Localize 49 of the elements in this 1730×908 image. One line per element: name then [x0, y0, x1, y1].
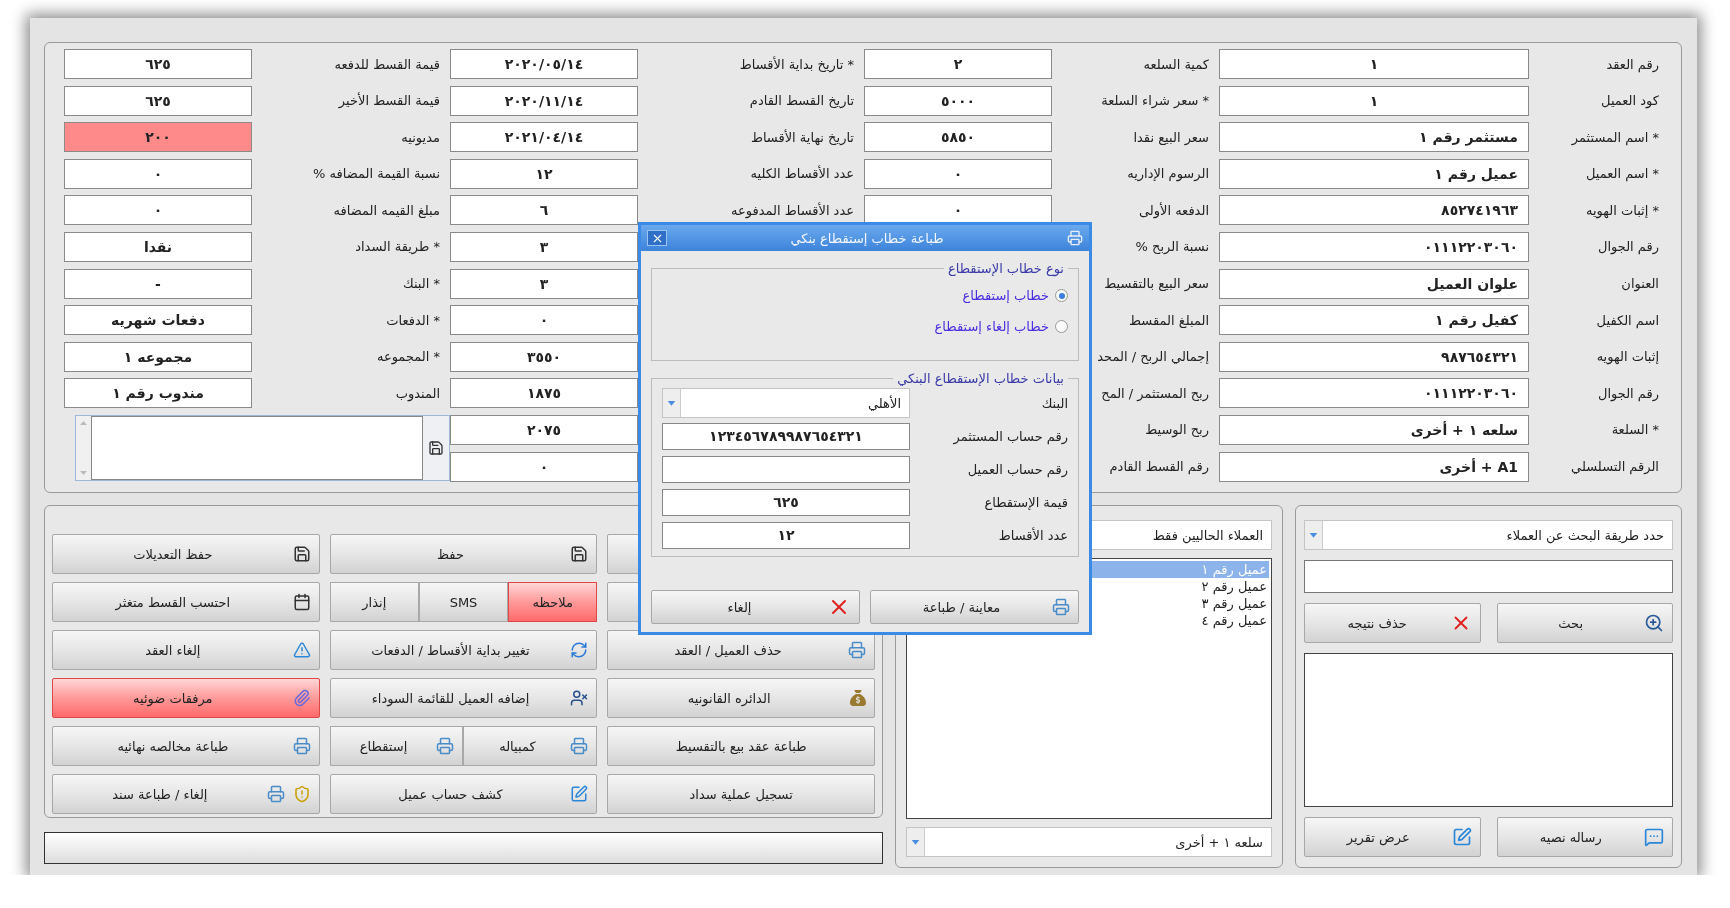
field-label: رقم الجوال — [1598, 385, 1659, 401]
field-label: * طريقة السداد — [355, 239, 440, 255]
field-label: إجمالي الربح / المحد — [1097, 349, 1209, 365]
field-label: رقم حساب المستثمر — [952, 428, 1068, 444]
radio-label: خطاب إستقطاع — [962, 288, 1049, 303]
field-label: العنوان — [1621, 276, 1659, 292]
group-title: بيانات خطاب الإستقطاع البنكي — [896, 371, 1065, 386]
field-label: الرقم التسلسلي — [1571, 459, 1659, 475]
field-label: رقم الجوال — [1598, 239, 1659, 255]
field-label: المبلغ المقسط — [1129, 312, 1209, 328]
field-label: * اسم المستثمر — [1571, 129, 1659, 145]
field-label: رقم القسط القادم — [1109, 459, 1209, 475]
field-label: * المجموعه — [376, 349, 440, 365]
radio-label: خطاب إلغاء إستقطاع — [934, 319, 1049, 334]
dialog-title: طباعة خطاب إستقطاع بنكي — [789, 230, 945, 246]
field-label: إثبات الهويه — [1596, 349, 1659, 365]
field-label: مبلغ القيمه المضافه — [333, 202, 440, 218]
field-label: قيمة الإستقطاع — [983, 494, 1068, 510]
field-label: نسبة الربح % — [1135, 239, 1209, 255]
field-label: * إثبات الهويه — [1586, 202, 1659, 218]
field-label: * الدفعات — [386, 312, 440, 328]
field-label: نسبة القيمة المضافه % — [313, 166, 440, 182]
field-label: سعر البيع نقدا — [1133, 129, 1209, 145]
field-label: الدفعه الأولى — [1138, 202, 1209, 218]
field-label: * سعر شراء السلعة — [1101, 93, 1209, 109]
group-title: نوع خطاب الإستقطاع — [946, 261, 1065, 276]
field-label: تاريخ نهاية الأقساط — [750, 129, 854, 145]
field-label: البنك — [1040, 395, 1068, 411]
field-label: مديونيه — [401, 129, 440, 145]
field-label: الرسوم الإداريه — [1127, 166, 1209, 182]
field-label: عدد الأقساط — [997, 527, 1068, 543]
field-label: تاريخ القسط القادم — [749, 93, 854, 109]
field-label: عدد الأقساط الكليه — [750, 166, 854, 182]
field-label: كمية السلعه — [1143, 56, 1209, 72]
field-label: كود العميل — [1601, 93, 1659, 109]
field-label: * اسم العميل — [1585, 166, 1659, 182]
field-label: اسم الكفيل — [1596, 312, 1659, 328]
field-label: * السلعة — [1611, 422, 1659, 438]
field-label: رقم العقد — [1606, 56, 1659, 72]
field-label: ربح الوسيط — [1145, 422, 1209, 438]
field-label: قيمة القسط للدفعه — [334, 56, 440, 72]
field-label: سعر البيع بالتقسيط — [1104, 276, 1209, 292]
field-label: * البنك — [403, 276, 440, 292]
field-label: قيمة القسط الأخير — [338, 93, 440, 109]
field-label: * تاريخ بداية الأقساط — [739, 56, 854, 72]
field-label: المندوب — [395, 385, 440, 401]
field-label: عدد الأقساط المدفوعه — [730, 202, 854, 218]
field-label: رقم حساب العميل — [966, 461, 1068, 477]
field-label: ربح المستثمر / المح — [1101, 385, 1209, 401]
